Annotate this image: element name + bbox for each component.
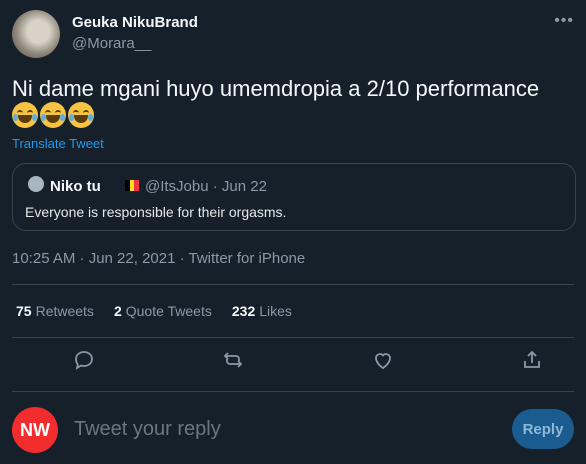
author-avatar[interactable] [12, 10, 60, 58]
share-icon[interactable] [520, 348, 544, 372]
reply-input[interactable]: Tweet your reply [74, 418, 221, 441]
face-with-tears-of-joy-icon [68, 102, 94, 128]
tweet-text: Ni dame mgani huyo umemdropia a 2/10 per… [12, 76, 540, 101]
divider [12, 284, 574, 285]
quoted-handle-date: @ItsJobu · Jun 22 [145, 178, 267, 195]
divider [12, 391, 574, 392]
reply-button[interactable]: Reply [512, 409, 574, 449]
quoted-text: Everyone is responsible for their orgasm… [25, 204, 287, 220]
quoted-author-avatar[interactable] [28, 176, 44, 192]
belgium-flag-icon [125, 180, 140, 191]
quote-tweets-stat[interactable]: 2 Quote Tweets [114, 303, 212, 319]
tweet-timestamp[interactable]: 10:25 AM · Jun 22, 2021 · Twitter for iP… [12, 250, 305, 267]
tweet-stats: 75 Retweets 2 Quote Tweets 232 Likes [16, 303, 292, 319]
author-name[interactable]: Geuka NikuBrand [72, 14, 198, 31]
quoted-author-name[interactable]: Niko tu [50, 178, 101, 195]
current-user-avatar[interactable]: NW [12, 407, 58, 453]
quoted-tweet[interactable]: Niko tu @ItsJobu · Jun 22 Everyone is re… [12, 163, 576, 231]
retweets-stat[interactable]: 75 Retweets [16, 303, 94, 319]
like-icon[interactable] [371, 348, 395, 372]
face-with-tears-of-joy-icon [40, 102, 66, 128]
emoji-row [12, 102, 94, 128]
retweet-icon[interactable] [221, 348, 245, 372]
action-bar [72, 348, 544, 372]
translate-tweet-link[interactable]: Translate Tweet [12, 136, 104, 151]
more-options-icon[interactable]: ••• [554, 12, 574, 30]
reply-icon[interactable] [72, 348, 96, 372]
divider [12, 337, 574, 338]
likes-stat[interactable]: 232 Likes [232, 303, 292, 319]
face-with-tears-of-joy-icon [12, 102, 38, 128]
author-handle[interactable]: @Morara__ [72, 35, 151, 52]
